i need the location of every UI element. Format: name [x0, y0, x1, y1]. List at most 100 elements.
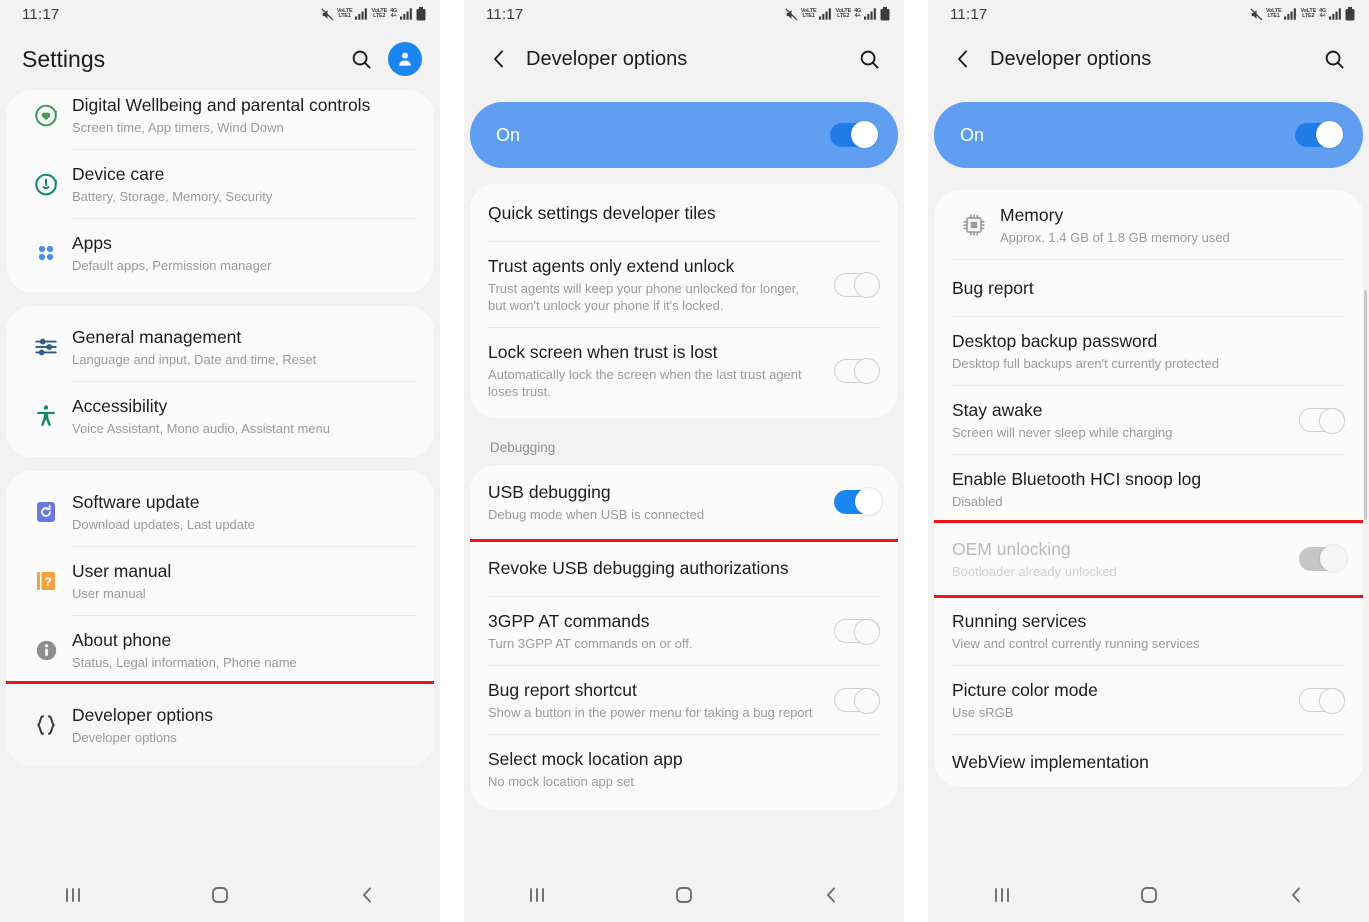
toggle-trust-agents-extend-unlock[interactable]: [834, 272, 880, 298]
developer-options-master-toggle-banner[interactable]: On: [934, 102, 1363, 168]
digital-wellbeing-icon: [24, 102, 68, 128]
search-icon[interactable]: [852, 42, 886, 76]
developer-options-master-toggle-banner[interactable]: On: [470, 102, 898, 168]
list-item-title: Bug report shortcut: [488, 680, 637, 700]
status-bar: 11:17 VoLTE LTE1 VoLTE LTE2 4G 4+: [464, 0, 904, 28]
list-item-title: Developer options: [72, 705, 214, 725]
app-bar-settings: Settings: [0, 28, 440, 90]
settings-group-3: Software update Download updates, Last u…: [6, 471, 434, 766]
list-item[interactable]: Revoke USB debugging authorizations: [470, 539, 898, 596]
battery-icon: [416, 7, 426, 21]
back-chevron-icon[interactable]: [950, 42, 976, 76]
section-header-debugging: Debugging: [490, 440, 556, 455]
list-item-subtitle: Use sRGB: [952, 705, 1014, 720]
toggle-bug-report-shortcut[interactable]: [834, 687, 880, 714]
list-item-subtitle: Desktop full backups aren't currently pr…: [952, 356, 1219, 371]
app-bar-developer-options: Developer options: [464, 28, 904, 90]
list-item-developer-options[interactable]: Developer options Developer options: [6, 681, 434, 766]
list-item[interactable]: Quick settings developer tiles: [470, 184, 898, 241]
list-item-subtitle: Screen time, App timers, Wind Down: [72, 120, 284, 135]
general-management-icon: [24, 334, 68, 360]
search-icon[interactable]: [344, 42, 378, 76]
recents-button[interactable]: [972, 875, 1032, 915]
fourg-plus-icon: 4G 4+: [1319, 7, 1326, 19]
list-item-title: About phone: [72, 630, 172, 650]
toggle-lock-screen-trust-lost[interactable]: [834, 358, 880, 384]
screen-developer-options-a: 11:17 VoLTE LTE1 VoLTE LTE2 4G 4+ Develo…: [464, 0, 904, 922]
list-item-usb-debugging[interactable]: USB debugging Debug mode when USB is con…: [470, 465, 898, 542]
developer-options-master-toggle[interactable]: [1295, 121, 1343, 148]
list-item-title: OEM unlocking: [952, 539, 1071, 559]
vertical-scrollbar[interactable]: [1364, 290, 1367, 520]
back-button[interactable]: [1266, 875, 1326, 915]
list-item-title: 3GPP AT commands: [488, 611, 650, 631]
list-item[interactable]: Device care Battery, Storage, Memory, Se…: [6, 150, 434, 218]
page-title: Settings: [22, 45, 106, 72]
list-item[interactable]: General management Language and input, D…: [6, 306, 434, 381]
home-button[interactable]: [190, 875, 250, 915]
list-item[interactable]: Running services View and control curren…: [934, 595, 1363, 665]
search-icon[interactable]: [1317, 42, 1351, 76]
list-item[interactable]: ? User manual User manual: [6, 547, 434, 615]
list-item[interactable]: Stay awake Screen will never sleep while…: [934, 386, 1363, 454]
home-button[interactable]: [1119, 875, 1179, 915]
settings-group-2: General management Language and input, D…: [6, 306, 434, 457]
device-care-icon: [24, 171, 68, 197]
back-button[interactable]: [337, 875, 397, 915]
list-item[interactable]: Software update Download updates, Last u…: [6, 471, 434, 546]
list-item-title: General management: [72, 327, 242, 347]
list-item[interactable]: WebView implementation: [934, 735, 1363, 787]
back-button[interactable]: [801, 875, 861, 915]
list-item-title: Device care: [72, 164, 165, 184]
list-item[interactable]: Accessibility Voice Assistant, Mono audi…: [6, 382, 434, 457]
account-avatar-icon[interactable]: [388, 42, 422, 76]
list-item[interactable]: Bug report shortcut Show a button in the…: [470, 666, 898, 734]
list-item-title: Digital Wellbeing and parental controls: [72, 95, 371, 115]
signal-2-icon: [1329, 8, 1341, 20]
developer-options-master-toggle[interactable]: [830, 121, 878, 148]
list-item[interactable]: Digital Wellbeing and parental controls …: [6, 90, 434, 149]
list-item-subtitle: Status, Legal information, Phone name: [72, 655, 297, 670]
list-item[interactable]: Desktop backup password Desktop full bac…: [934, 317, 1363, 385]
home-button[interactable]: [654, 875, 714, 915]
toggle-stay-awake[interactable]: [1299, 407, 1345, 434]
list-item[interactable]: Enable Bluetooth HCI snoop log Disabled: [934, 455, 1363, 523]
list-item-title: Stay awake: [952, 400, 1043, 420]
developer-options-scroll-body[interactable]: On Memory Approx. 1.4 GB of 1.8 GB memor…: [928, 90, 1369, 868]
screen-settings: 11:17 VoLTE LTE1 VoLTE LTE2 4G 4+ Settin…: [0, 0, 440, 922]
list-item[interactable]: 3GPP AT commands Turn 3GPP AT commands o…: [470, 597, 898, 665]
status-icons: VoLTE LTE1 VoLTE LTE2 4G 4+: [1250, 7, 1355, 21]
system-nav-bar: [464, 868, 904, 922]
list-item-title: Bug report: [952, 278, 1034, 298]
list-item-subtitle: Turn 3GPP AT commands on or off.: [488, 636, 693, 651]
list-item-title: Lock screen when trust is lost: [488, 342, 718, 362]
page-title: Developer options: [990, 47, 1152, 70]
list-item[interactable]: Lock screen when trust is lost Automatic…: [470, 328, 898, 418]
fourg-plus-icon: 4G 4+: [390, 7, 397, 19]
list-item-oem-unlocking[interactable]: OEM unlocking Bootloader already unlocke…: [934, 520, 1363, 598]
list-item-title: Select mock location app: [488, 749, 683, 769]
toggle-usb-debugging[interactable]: [834, 488, 882, 515]
toggle-picture-color-mode[interactable]: [1299, 687, 1345, 714]
volte-lte1-icon: VoLTE LTE1: [1265, 7, 1282, 19]
back-chevron-icon[interactable]: [486, 42, 512, 76]
list-item[interactable]: Picture color mode Use sRGB: [934, 666, 1363, 734]
developer-options-scroll-body[interactable]: On Quick settings developer tiles Trust …: [464, 90, 904, 868]
recents-button[interactable]: [507, 875, 567, 915]
list-item[interactable]: Trust agents only extend unlock Trust ag…: [470, 242, 898, 327]
list-item[interactable]: Bug report: [934, 260, 1363, 316]
app-bar-developer-options: Developer options: [928, 28, 1369, 90]
list-item[interactable]: About phone Status, Legal information, P…: [6, 616, 434, 684]
recents-button[interactable]: [43, 875, 103, 915]
settings-scroll-body[interactable]: Digital Wellbeing and parental controls …: [0, 90, 440, 868]
list-item[interactable]: Select mock location app No mock locatio…: [470, 735, 898, 810]
list-item[interactable]: Memory Approx. 1.4 GB of 1.8 GB memory u…: [934, 190, 1363, 259]
apps-icon: [24, 241, 68, 265]
list-item-subtitle: Bootloader already unlocked: [952, 564, 1117, 579]
toggle-3gpp-at-commands[interactable]: [834, 618, 880, 645]
developer-options-list: Memory Approx. 1.4 GB of 1.8 GB memory u…: [934, 190, 1363, 787]
list-item[interactable]: Apps Default apps, Permission manager: [6, 219, 434, 292]
list-item-title: Memory: [1000, 205, 1064, 225]
list-item-subtitle: Automatically lock the screen when the l…: [488, 367, 802, 399]
banner-label: On: [960, 124, 985, 145]
